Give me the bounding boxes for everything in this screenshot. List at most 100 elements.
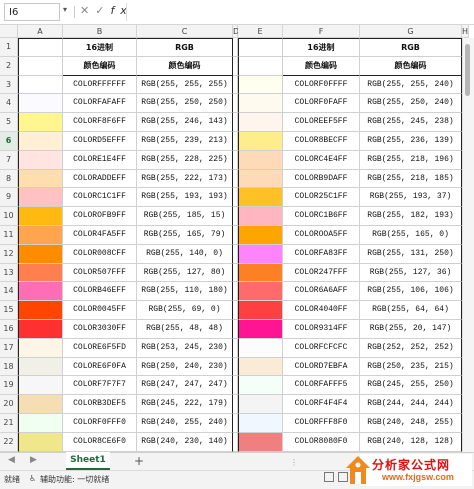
hex-code-cell[interactable]: COLOR9314FF	[283, 320, 360, 339]
cancel-icon[interactable]: ✕	[80, 4, 95, 17]
hex-code-cell[interactable]: COLOR0045FF	[63, 301, 137, 320]
hex-code-cell[interactable]: COLOREEF5FF	[283, 113, 360, 132]
rgb-value-cell[interactable]: RGB(255, 245, 238)	[360, 113, 462, 132]
color-swatch[interactable]	[18, 226, 63, 245]
color-swatch[interactable]	[238, 75, 283, 95]
row-header-13[interactable]: 13	[0, 263, 18, 283]
rgb-value-cell[interactable]: RGB(255, 20, 147)	[360, 320, 462, 339]
rgb-value-cell[interactable]: RGB(250, 235, 215)	[360, 357, 462, 377]
rgb-value-cell[interactable]: RGB(255, 250, 240)	[360, 94, 462, 114]
hex-code-cell[interactable]: COLORFAFAFF	[63, 94, 137, 114]
row-header-6[interactable]: 6	[0, 132, 18, 151]
swatch-header-2[interactable]	[18, 56, 63, 76]
tab-bar-splitter-icon[interactable]: ⋮	[290, 458, 298, 467]
rgb-value-cell[interactable]: RGB(255, 165, 0)	[360, 226, 462, 245]
hex-code-cell[interactable]: COLORFCFCFC	[283, 338, 360, 358]
column-header-h[interactable]: H	[462, 25, 470, 38]
hex-code-cell[interactable]: COLOR4FA5FF	[63, 226, 137, 245]
hex-code-cell[interactable]: COLORD7EBFA	[283, 357, 360, 377]
row-header-12[interactable]: 12	[0, 244, 18, 264]
hex-code-cell[interactable]: COLOR3030FF	[63, 320, 137, 339]
status-accessibility[interactable]: 辅助功能: 一切就绪	[40, 474, 109, 485]
color-swatch[interactable]	[238, 338, 283, 358]
rgb-value-cell[interactable]: RGB(244, 244, 244)	[360, 395, 462, 414]
rgb-value-cell[interactable]: RGB(255, 182, 193)	[360, 207, 462, 226]
hex-code-cell[interactable]: COLORF0FAFF	[283, 94, 360, 114]
spacer-cell[interactable]	[233, 56, 238, 76]
row-header-16[interactable]: 16	[0, 320, 18, 339]
hex-code-cell[interactable]: COLORF0FFF0	[63, 414, 137, 433]
rgb-value-cell[interactable]: RGB(255, 127, 80)	[137, 263, 233, 283]
rgb-value-cell[interactable]: RGB(240, 255, 240)	[137, 414, 233, 433]
column-header-f[interactable]: F	[283, 25, 360, 38]
color-swatch[interactable]	[18, 301, 63, 320]
name-box-dropdown-icon[interactable]: ▾	[63, 5, 67, 14]
color-swatch[interactable]	[18, 132, 63, 151]
hex-code-cell[interactable]: COLOR6A6AFF	[283, 282, 360, 302]
color-swatch[interactable]	[238, 113, 283, 132]
color-swatch[interactable]	[238, 301, 283, 320]
rgb-value-cell[interactable]: RGB(255, 250, 250)	[137, 94, 233, 114]
hex-code-cell[interactable]: COLOR8080F0	[283, 432, 360, 452]
spacer-cell[interactable]	[233, 38, 238, 57]
rgb-value-cell[interactable]: RGB(240, 128, 128)	[360, 432, 462, 452]
rgb-value-cell[interactable]: RGB(245, 222, 179)	[137, 395, 233, 414]
color-swatch[interactable]	[18, 357, 63, 377]
rgb-value-cell[interactable]: RGB(240, 248, 255)	[360, 414, 462, 433]
swatch-header[interactable]	[18, 38, 63, 57]
hex-code-cell[interactable]: COLOR4040FF	[283, 301, 360, 320]
hex-code-cell[interactable]: COLOR247FFF	[283, 263, 360, 283]
row-header-15[interactable]: 15	[0, 301, 18, 320]
row-header-8[interactable]: 8	[0, 169, 18, 189]
color-swatch[interactable]	[238, 395, 283, 414]
color-swatch[interactable]	[238, 357, 283, 377]
hex-code-cell[interactable]: COLORFA83FF	[283, 244, 360, 264]
hex-code-cell[interactable]: COLORFFF8F0	[283, 414, 360, 433]
hex-code-cell[interactable]: COLORF4F4F4	[283, 395, 360, 414]
hex-code-cell[interactable]: COLOR8BECFF	[283, 132, 360, 151]
hex-header[interactable]: 16进制	[283, 38, 360, 57]
rgb-value-cell[interactable]: RGB(255, 222, 173)	[137, 169, 233, 189]
column-header-e[interactable]: E	[238, 25, 283, 38]
rgb-value-cell[interactable]: RGB(240, 230, 140)	[137, 432, 233, 452]
rgb-value-cell[interactable]: RGB(255, 69, 0)	[137, 301, 233, 320]
color-swatch[interactable]	[238, 132, 283, 151]
name-box[interactable]: I6	[4, 3, 60, 21]
confirm-icon[interactable]: ✓	[95, 4, 110, 17]
rgb-subheader[interactable]: 颜色编码	[137, 56, 233, 76]
prev-sheet-icon[interactable]: ◀	[8, 455, 15, 465]
hex-subheader[interactable]: 颜色编码	[283, 56, 360, 76]
column-header-a[interactable]: A	[18, 25, 63, 38]
color-swatch[interactable]	[238, 414, 283, 433]
rgb-value-cell[interactable]: RGB(252, 252, 252)	[360, 338, 462, 358]
color-swatch[interactable]	[18, 94, 63, 114]
hex-code-cell[interactable]: COLOROOA5FF	[283, 226, 360, 245]
hex-code-cell[interactable]: COLORC4E4FF	[283, 150, 360, 170]
vertical-scrollbar[interactable]	[462, 38, 474, 452]
rgb-value-cell[interactable]: RGB(245, 255, 250)	[360, 376, 462, 396]
rgb-value-cell[interactable]: RGB(255, 218, 185)	[360, 169, 462, 189]
hex-code-cell[interactable]: COLORFFFFFF	[63, 75, 137, 95]
color-swatch[interactable]	[238, 282, 283, 302]
next-sheet-icon[interactable]: ▶	[30, 455, 37, 465]
accessibility-icon[interactable]: ♿	[29, 474, 36, 483]
hex-code-cell[interactable]: COLORB3DEF5	[63, 395, 137, 414]
row-header-19[interactable]: 19	[0, 376, 18, 396]
row-header-14[interactable]: 14	[0, 282, 18, 302]
color-swatch[interactable]	[18, 207, 63, 226]
color-swatch[interactable]	[238, 263, 283, 283]
color-swatch[interactable]	[18, 282, 63, 302]
rgb-value-cell[interactable]: RGB(255, 140, 0)	[137, 244, 233, 264]
rgb-value-cell[interactable]: RGB(255, 48, 48)	[137, 320, 233, 339]
row-header-18[interactable]: 18	[0, 357, 18, 377]
color-swatch[interactable]	[18, 75, 63, 95]
formula-input[interactable]	[126, 3, 467, 21]
color-swatch[interactable]	[238, 94, 283, 114]
row-header-22[interactable]: 22	[0, 432, 18, 452]
rgb-value-cell[interactable]: RGB(255, 193, 193)	[137, 188, 233, 208]
rgb-value-cell[interactable]: RGB(255, 228, 225)	[137, 150, 233, 170]
row-header-4[interactable]: 4	[0, 94, 18, 114]
hex-code-cell[interactable]: COLORB46EFF	[63, 282, 137, 302]
row-header-9[interactable]: 9	[0, 188, 18, 208]
color-swatch[interactable]	[18, 376, 63, 396]
